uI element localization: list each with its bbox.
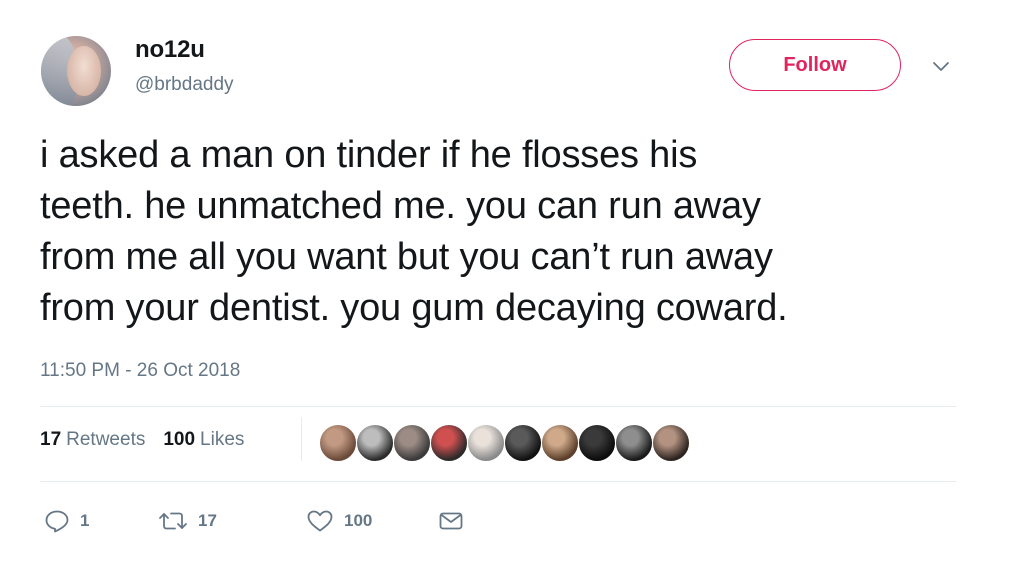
liker-avatar-3[interactable] bbox=[393, 424, 431, 462]
liker-avatar-2[interactable] bbox=[356, 424, 394, 462]
divider bbox=[40, 481, 956, 482]
heart-icon bbox=[307, 510, 333, 532]
liker-avatar-9[interactable] bbox=[615, 424, 653, 462]
liker-avatar-6[interactable] bbox=[504, 424, 542, 462]
liker-avatar-4[interactable] bbox=[430, 424, 468, 462]
divider bbox=[40, 406, 956, 407]
follow-button[interactable]: Follow bbox=[729, 39, 901, 91]
direct-message-button[interactable] bbox=[438, 506, 464, 536]
liker-avatar-10[interactable] bbox=[652, 424, 690, 462]
retweets-count: 17 bbox=[40, 429, 62, 450]
likes-label: Likes bbox=[200, 429, 245, 450]
retweet-button[interactable]: 17 bbox=[158, 506, 217, 536]
retweet-icon bbox=[159, 512, 187, 530]
avatar-face bbox=[67, 46, 101, 96]
user-name[interactable]: no12u bbox=[135, 36, 205, 64]
avatar[interactable] bbox=[41, 36, 111, 106]
envelope-icon bbox=[439, 512, 463, 530]
likes-stat[interactable]: 100 Likes bbox=[163, 429, 244, 451]
like-button[interactable]: 100 bbox=[306, 506, 372, 536]
reply-icon bbox=[45, 510, 69, 533]
stats-separator bbox=[301, 417, 302, 461]
liker-avatar-1[interactable] bbox=[319, 424, 357, 462]
reply-button[interactable]: 1 bbox=[44, 506, 89, 536]
chevron-down-icon[interactable] bbox=[931, 60, 951, 74]
liker-avatar-8[interactable] bbox=[578, 424, 616, 462]
retweets-label: Retweets bbox=[66, 429, 146, 450]
like-count: 100 bbox=[344, 511, 373, 530]
retweets-stat[interactable]: 17 Retweets bbox=[40, 429, 145, 451]
retweet-count: 17 bbox=[198, 511, 217, 530]
tweet-stats: 17 Retweets 100 Likes bbox=[40, 429, 262, 451]
reply-count: 1 bbox=[80, 511, 90, 530]
liker-avatar-5[interactable] bbox=[467, 424, 505, 462]
likes-count: 100 bbox=[163, 429, 196, 450]
tweet-card: no12u @brbdaddy Follow i asked a man on … bbox=[0, 0, 1024, 578]
tweet-timestamp[interactable]: 11:50 PM - 26 Oct 2018 bbox=[40, 360, 240, 382]
user-handle[interactable]: @brbdaddy bbox=[135, 74, 234, 96]
tweet-text: i asked a man on tinder if he flosses hi… bbox=[40, 134, 788, 329]
liker-avatars bbox=[319, 424, 690, 464]
liker-avatar-7[interactable] bbox=[541, 424, 579, 462]
